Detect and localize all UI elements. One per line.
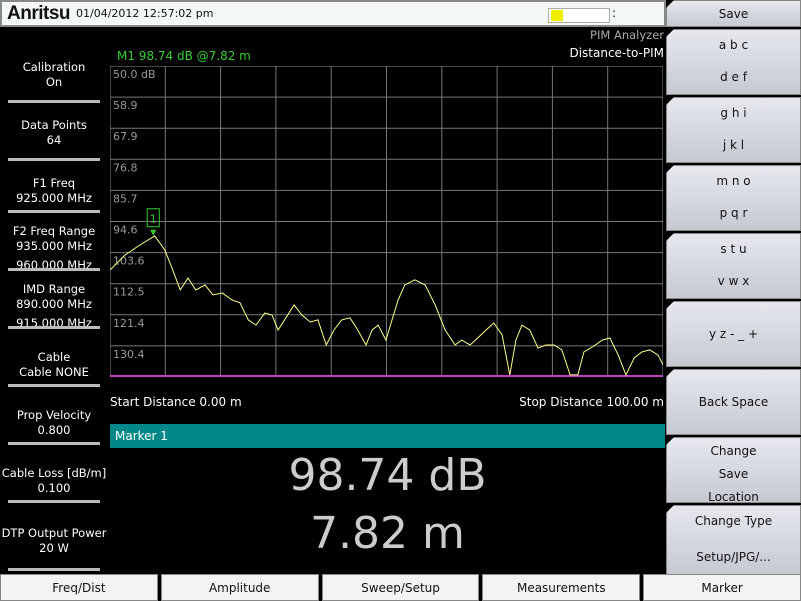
- softkey-1[interactable]: a b c d e f: [666, 29, 801, 95]
- y-tick-label: 112.5: [113, 286, 145, 299]
- marker-value: 98.74 dB: [288, 450, 487, 501]
- softkey-5[interactable]: y z - _ +: [666, 301, 801, 367]
- param-5[interactable]: Cable Cable NONE: [0, 350, 108, 380]
- softkey-label: j k l: [722, 138, 745, 152]
- divider: [8, 442, 100, 445]
- param-3[interactable]: F2 Freq Range 935.000 MHz 960.000 MHz: [0, 224, 108, 273]
- param-value: 935.000 MHz: [16, 239, 92, 253]
- marker-distance: 7.82 m: [310, 508, 465, 559]
- param-0[interactable]: Calibration On: [0, 60, 108, 90]
- menu-tab-marker[interactable]: Marker: [643, 574, 801, 601]
- softkey-6[interactable]: Back Space: [666, 369, 801, 435]
- param-value: On: [45, 75, 63, 89]
- param-6[interactable]: Prop Velocity 0.800: [0, 408, 108, 438]
- softkey-label: Location: [708, 490, 759, 504]
- main-menu-bar: Freq/Dist Amplitude Sweep/Setup Measurement…: [0, 574, 801, 601]
- divider: [8, 326, 100, 329]
- divider: [8, 100, 100, 103]
- y-tick-label: 94.6: [113, 224, 138, 237]
- softkey-0[interactable]: Save: [666, 0, 801, 27]
- softkey-label: Save: [718, 467, 749, 481]
- param-value: 0.100: [37, 481, 71, 495]
- param-value: Cable NONE: [19, 365, 89, 379]
- softkey-3[interactable]: m n o p q r: [666, 165, 801, 231]
- param-label: Cable Loss [dB/m]: [1, 466, 107, 480]
- indicator: :: [612, 6, 617, 20]
- softkey-label: a b c: [718, 38, 749, 52]
- status-bar: Anritsu 01/04/2012 12:57:02 pm :: [0, 0, 666, 27]
- menu-tab-measurements[interactable]: Measurements: [482, 574, 641, 601]
- divider: [8, 210, 100, 213]
- softkey-label: m n o: [716, 174, 751, 188]
- param-label: F2 Freq Range: [12, 224, 96, 238]
- param-value: 890.000 MHz: [16, 297, 92, 311]
- divider: [8, 158, 100, 161]
- param-value: 20 W: [39, 541, 69, 555]
- softkey-2[interactable]: g h i j k l: [666, 97, 801, 163]
- start-distance: Start Distance 0.00 m: [110, 395, 242, 409]
- param-label: DTP Output Power: [1, 526, 107, 540]
- y-tick-label: 50.0 dB: [113, 68, 156, 81]
- y-tick-label: 103.6: [113, 255, 145, 268]
- menu-tab-freq-dist[interactable]: Freq/Dist: [0, 574, 158, 601]
- divider: [8, 268, 100, 271]
- param-label: Data Points: [21, 118, 87, 132]
- battery-icon: [548, 8, 610, 23]
- anritsu-logo: Anritsu: [7, 2, 71, 24]
- softkey-label: v w x: [717, 274, 750, 288]
- divider: [8, 384, 100, 387]
- stop-distance: Stop Distance 100.00 m: [519, 395, 664, 409]
- datetime: 01/04/2012 12:57:02 pm: [76, 7, 214, 20]
- measurement-name: Distance-to-PIM: [569, 46, 664, 60]
- menu-tab-amplitude[interactable]: Amplitude: [160, 574, 319, 601]
- y-tick-label: 121.4: [113, 317, 145, 330]
- marker-readout: M1 98.74 dB @7.82 m: [117, 49, 251, 63]
- y-tick-label: 67.9: [113, 130, 138, 143]
- softkey-label: Change: [710, 444, 757, 458]
- divider: [8, 568, 100, 571]
- softkey-label: Back Space: [698, 395, 769, 409]
- y-tick-label: 130.4: [113, 348, 145, 361]
- y-tick-label: 76.8: [113, 161, 138, 174]
- menu-tab-sweep-setup[interactable]: Sweep/Setup: [321, 574, 480, 601]
- y-tick-label: 85.7: [113, 192, 138, 205]
- softkey-label: Setup/JPG/...: [696, 550, 771, 564]
- softkey-label: d e f: [720, 70, 747, 84]
- softkey-label: g h i: [720, 106, 747, 120]
- param-value: 925.000 MHz: [16, 191, 92, 205]
- marker-panel-title: Marker 1: [110, 424, 665, 448]
- softkey-7[interactable]: Change Save Location: [666, 437, 801, 503]
- marker-label: 1: [150, 213, 157, 226]
- param-1[interactable]: Data Points 64: [0, 118, 108, 148]
- softkey-label: p q r: [719, 206, 748, 220]
- param-2[interactable]: F1 Freq 925.000 MHz: [0, 176, 108, 206]
- softkey-label: Change Type: [694, 514, 773, 528]
- param-label: F1 Freq: [32, 176, 76, 190]
- param-label: Calibration: [22, 60, 86, 74]
- softkey-label: Save: [718, 6, 749, 21]
- y-tick-label: 58.9: [113, 99, 138, 112]
- mode-name: PIM Analyzer: [590, 28, 664, 42]
- left-parameter-panel: Calibration On Data Points 64 F1 Freq 925.000…: [0, 28, 108, 573]
- plot-svg: 50.0 dB 58.9 67.9 76.8 85.7 94.6 103.6 112.5 121…: [110, 66, 663, 377]
- softkey-label: y z - _ +: [708, 327, 759, 341]
- param-label: IMD Range: [22, 282, 86, 296]
- dtp-plot[interactable]: 50.0 dB 58.9 67.9 76.8 85.7 94.6 103.6 112.5 121…: [110, 66, 663, 377]
- softkey-8[interactable]: Change Type Setup/JPG/...: [666, 505, 801, 575]
- softkey-panel: Save a b c d e f g h i j k l m n o p q r s t u v…: [666, 0, 801, 575]
- param-4[interactable]: IMD Range 890.000 MHz 915.000 MHz: [0, 282, 108, 331]
- softkey-label: s t u: [720, 242, 747, 256]
- param-value: 64: [46, 133, 62, 147]
- param-7[interactable]: Cable Loss [dB/m] 0.100: [0, 466, 108, 496]
- param-8[interactable]: DTP Output Power 20 W: [0, 526, 108, 556]
- param-value: 0.800: [37, 423, 71, 437]
- softkey-4[interactable]: s t u v w x: [666, 233, 801, 299]
- param-label: Prop Velocity: [16, 408, 92, 422]
- param-label: Cable: [37, 350, 71, 364]
- divider: [8, 500, 100, 503]
